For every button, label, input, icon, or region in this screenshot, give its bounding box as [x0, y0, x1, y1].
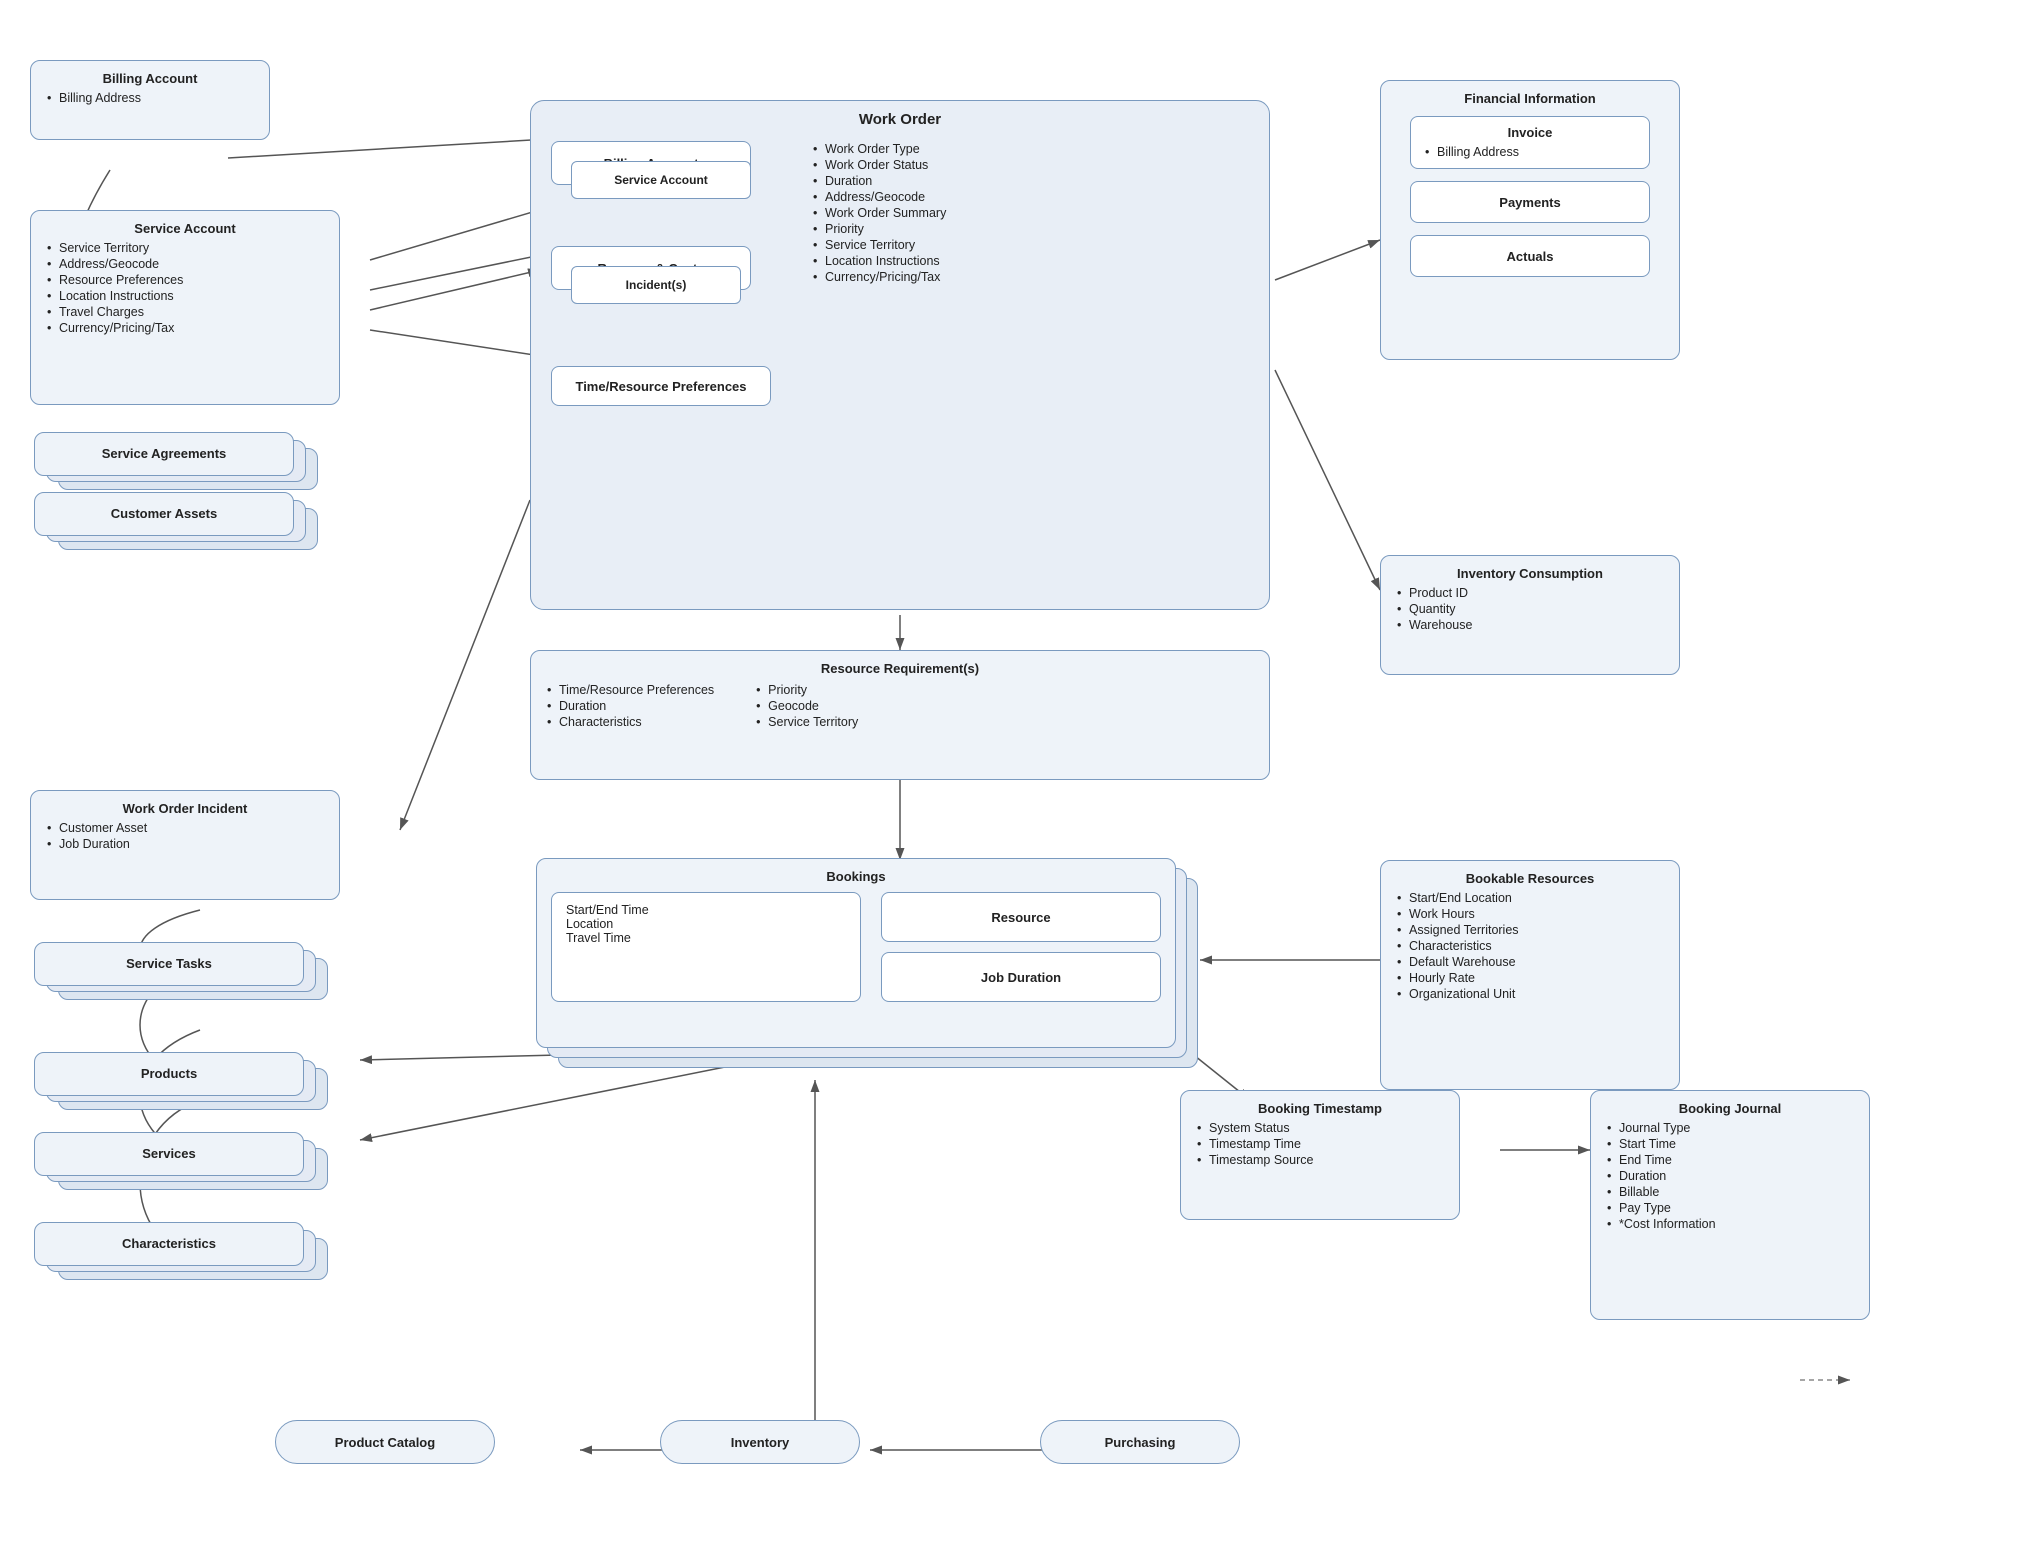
inventory-title: Inventory: [731, 1435, 790, 1450]
purchasing-title: Purchasing: [1105, 1435, 1176, 1450]
inventory-consumption-box: Inventory Consumption Product ID Quantit…: [1380, 555, 1680, 675]
bookings-box: Bookings Start/End Time Location Travel …: [536, 858, 1176, 1048]
payments-box: Payments: [1410, 181, 1650, 223]
bookings-left-info: Start/End Time Location Travel Time: [551, 892, 861, 1002]
resource-req-right: Priority Geocode Service Territory: [754, 682, 858, 730]
work-order-title: Work Order: [541, 111, 1259, 128]
resource-req-left: Time/Resource Preferences Duration Chara…: [545, 682, 714, 730]
bookings-right-col: Resource Job Duration: [881, 892, 1161, 1002]
characteristics-box1: Characteristics: [34, 1222, 304, 1266]
billing-account-top-item-0: Billing Address: [45, 90, 255, 106]
product-catalog-box: Product Catalog: [275, 1420, 495, 1464]
customer-assets-box1: Customer Assets: [34, 492, 294, 536]
financial-info-title: Financial Information: [1395, 91, 1665, 106]
resource-inner-box: Resource: [881, 892, 1161, 942]
bookable-resources-title: Bookable Resources: [1395, 871, 1665, 886]
payments-title: Payments: [1499, 195, 1560, 210]
bookable-resources-list: Start/End Location Work Hours Assigned T…: [1395, 890, 1665, 1002]
booking-journal-list: Journal Type Start Time End Time Duratio…: [1605, 1120, 1855, 1232]
work-order-outer-box: Work Order Billing Account Service Accou…: [530, 100, 1270, 610]
incidents-inner-box: Incident(s): [571, 266, 741, 304]
work-order-incident-box: Work Order Incident Customer Asset Job D…: [30, 790, 340, 900]
resource-inner-title: Resource: [991, 910, 1050, 925]
bookings-title: Bookings: [551, 869, 1161, 884]
service-account-box: Service Account Service Territory Addres…: [30, 210, 340, 405]
booking-journal-box: Booking Journal Journal Type Start Time …: [1590, 1090, 1870, 1320]
service-account-list: Service Territory Address/Geocode Resour…: [45, 240, 325, 336]
customer-assets-title: Customer Assets: [49, 506, 279, 521]
billing-account-top-list: Billing Address: [45, 90, 255, 106]
service-account-inner-title: Service Account: [614, 173, 708, 187]
resource-requirements-box: Resource Requirement(s) Time/Resource Pr…: [530, 650, 1270, 780]
service-agreements-box1: Service Agreements: [34, 432, 294, 476]
services-box1: Services: [34, 1132, 304, 1176]
invoice-list: Billing Address: [1423, 144, 1637, 160]
inventory-consumption-list: Product ID Quantity Warehouse: [1395, 585, 1665, 633]
product-catalog-title: Product Catalog: [335, 1435, 435, 1450]
inventory-consumption-title: Inventory Consumption: [1395, 566, 1665, 581]
resource-req-cols: Time/Resource Preferences Duration Chara…: [545, 682, 1255, 730]
invoice-title: Invoice: [1423, 125, 1637, 140]
services-title: Services: [49, 1146, 289, 1161]
service-account-title: Service Account: [45, 221, 325, 236]
incidents-title: Incident(s): [626, 278, 687, 292]
service-tasks-title: Service Tasks: [49, 956, 289, 971]
bookings-inner: Start/End Time Location Travel Time Reso…: [551, 892, 1161, 1002]
booking-timestamp-title: Booking Timestamp: [1195, 1101, 1445, 1116]
billing-account-top-box: Billing Account Billing Address: [30, 60, 270, 140]
financial-info-box: Financial Information Invoice Billing Ad…: [1380, 80, 1680, 360]
invoice-box: Invoice Billing Address: [1410, 116, 1650, 169]
products-title: Products: [49, 1066, 289, 1081]
time-resource-box: Time/Resource Preferences: [551, 366, 771, 406]
inventory-box: Inventory: [660, 1420, 860, 1464]
products-box1: Products: [34, 1052, 304, 1096]
work-order-fields: Work Order Type Work Order Status Durati…: [811, 141, 1231, 285]
characteristics-title: Characteristics: [49, 1236, 289, 1251]
booking-timestamp-box: Booking Timestamp System Status Timestam…: [1180, 1090, 1460, 1220]
time-resource-title: Time/Resource Preferences: [575, 379, 746, 394]
diagram-container: Billing Account Billing Address Service …: [0, 0, 2034, 1551]
service-account-inner-box: Service Account: [571, 161, 751, 199]
booking-journal-title: Booking Journal: [1605, 1101, 1855, 1116]
purchasing-box: Purchasing: [1040, 1420, 1240, 1464]
work-order-incident-list: Customer Asset Job Duration: [45, 820, 325, 852]
job-duration-inner-box: Job Duration: [881, 952, 1161, 1002]
bookable-resources-box: Bookable Resources Start/End Location Wo…: [1380, 860, 1680, 1090]
service-agreements-title: Service Agreements: [49, 446, 279, 461]
job-duration-inner-title: Job Duration: [981, 970, 1061, 985]
resource-requirements-title: Resource Requirement(s): [545, 661, 1255, 676]
service-tasks-box1: Service Tasks: [34, 942, 304, 986]
actuals-box: Actuals: [1410, 235, 1650, 277]
booking-timestamp-list: System Status Timestamp Time Timestamp S…: [1195, 1120, 1445, 1168]
billing-account-top-title: Billing Account: [45, 71, 255, 86]
work-order-incident-title: Work Order Incident: [45, 801, 325, 816]
actuals-title: Actuals: [1507, 249, 1554, 264]
